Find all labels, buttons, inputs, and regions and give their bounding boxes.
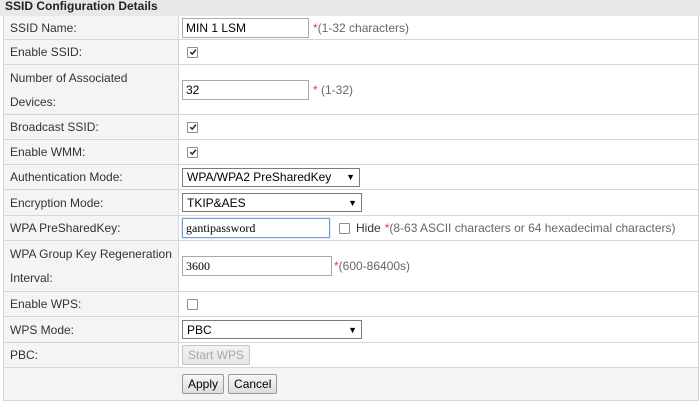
- row-enable-wps: Enable WPS:: [4, 292, 698, 317]
- ssid-config-form: SSID Name: *(1-32 characters) Enable SSI…: [3, 16, 699, 401]
- ssid-name-hint: (1-32 characters): [317, 20, 410, 35]
- row-auth-mode: Authentication Mode: WPA/WPA2 PreSharedK…: [4, 165, 698, 190]
- enable-ssid-label: Enable SSID:: [4, 40, 179, 64]
- checkmark-icon: [189, 49, 196, 56]
- dropdown-arrow-icon: ▼: [346, 172, 355, 182]
- row-pbc: PBC: Start WPS: [4, 343, 698, 368]
- assoc-devices-hint: (1-32): [321, 82, 354, 97]
- group-key-hint: (600-86400s): [338, 259, 411, 273]
- wps-mode-label: WPS Mode:: [4, 317, 179, 342]
- wpa-psk-hint: (8-63 ASCII characters or 64 hexadecimal…: [389, 221, 676, 235]
- row-wpa-psk: WPA PreSharedKey: Hide *(8-63 ASCII char…: [4, 216, 698, 241]
- section-title: SSID Configuration Details: [0, 0, 700, 16]
- dropdown-arrow-icon: ▼: [348, 197, 357, 208]
- hide-psk-label: Hide: [356, 221, 381, 235]
- row-enable-wmm: Enable WMM:: [4, 140, 698, 165]
- row-broadcast-ssid: Broadcast SSID:: [4, 115, 698, 140]
- enable-wps-checkbox[interactable]: [187, 298, 198, 310]
- wps-mode-selected: PBC: [187, 322, 212, 337]
- row-encryption-mode: Encryption Mode: TKIP&AES ▼: [4, 190, 698, 216]
- encryption-mode-selected: TKIP&AES: [187, 195, 246, 210]
- wpa-psk-label: WPA PreSharedKey:: [4, 216, 179, 240]
- wpa-psk-input[interactable]: [182, 218, 330, 238]
- row-group-key-interval: WPA Group Key Regeneration Interval: *(6…: [4, 241, 698, 292]
- assoc-devices-label-line1: Number of Associated: [10, 70, 128, 85]
- pbc-label: PBC:: [4, 343, 179, 367]
- start-wps-button[interactable]: Start WPS: [182, 345, 251, 365]
- assoc-devices-label-line2: Devices:: [10, 94, 57, 109]
- checkmark-icon: [189, 149, 196, 156]
- encryption-mode-label: Encryption Mode:: [4, 190, 179, 215]
- broadcast-ssid-checkbox[interactable]: [187, 121, 198, 133]
- row-wps-mode: WPS Mode: PBC ▼: [4, 317, 698, 343]
- hide-psk-checkbox[interactable]: [339, 222, 350, 234]
- row-enable-ssid: Enable SSID:: [4, 40, 698, 65]
- enable-wmm-checkbox[interactable]: [187, 146, 198, 158]
- assoc-devices-input[interactable]: [182, 79, 309, 100]
- auth-mode-select[interactable]: WPA/WPA2 PreSharedKey ▼: [182, 167, 360, 187]
- dropdown-arrow-icon: ▼: [348, 324, 357, 335]
- encryption-mode-select[interactable]: TKIP&AES ▼: [182, 193, 362, 212]
- cancel-button[interactable]: Cancel: [228, 374, 278, 394]
- enable-wmm-label: Enable WMM:: [4, 140, 179, 164]
- broadcast-ssid-label: Broadcast SSID:: [4, 115, 179, 139]
- ssid-name-label: SSID Name:: [4, 16, 179, 39]
- enable-ssid-checkbox[interactable]: [187, 46, 198, 58]
- form-actions: Apply Cancel: [4, 368, 698, 401]
- apply-button[interactable]: Apply: [182, 374, 225, 394]
- row-ssid-name: SSID Name: *(1-32 characters): [4, 16, 698, 40]
- group-key-label-line2: Interval:: [10, 271, 53, 285]
- auth-mode-selected: WPA/WPA2 PreSharedKey: [187, 170, 332, 184]
- checkmark-icon: [189, 124, 196, 131]
- auth-mode-label: Authentication Mode:: [4, 165, 179, 189]
- row-assoc-devices: Number of Associated Devices: * (1-32): [4, 65, 698, 115]
- ssid-name-input[interactable]: [182, 17, 309, 38]
- enable-wps-label: Enable WPS:: [4, 292, 179, 316]
- group-key-label-line1: WPA Group Key Regeneration: [10, 247, 172, 261]
- required-marker: *: [313, 82, 318, 97]
- wps-mode-select[interactable]: PBC ▼: [182, 320, 362, 339]
- group-key-interval-input[interactable]: [182, 256, 332, 276]
